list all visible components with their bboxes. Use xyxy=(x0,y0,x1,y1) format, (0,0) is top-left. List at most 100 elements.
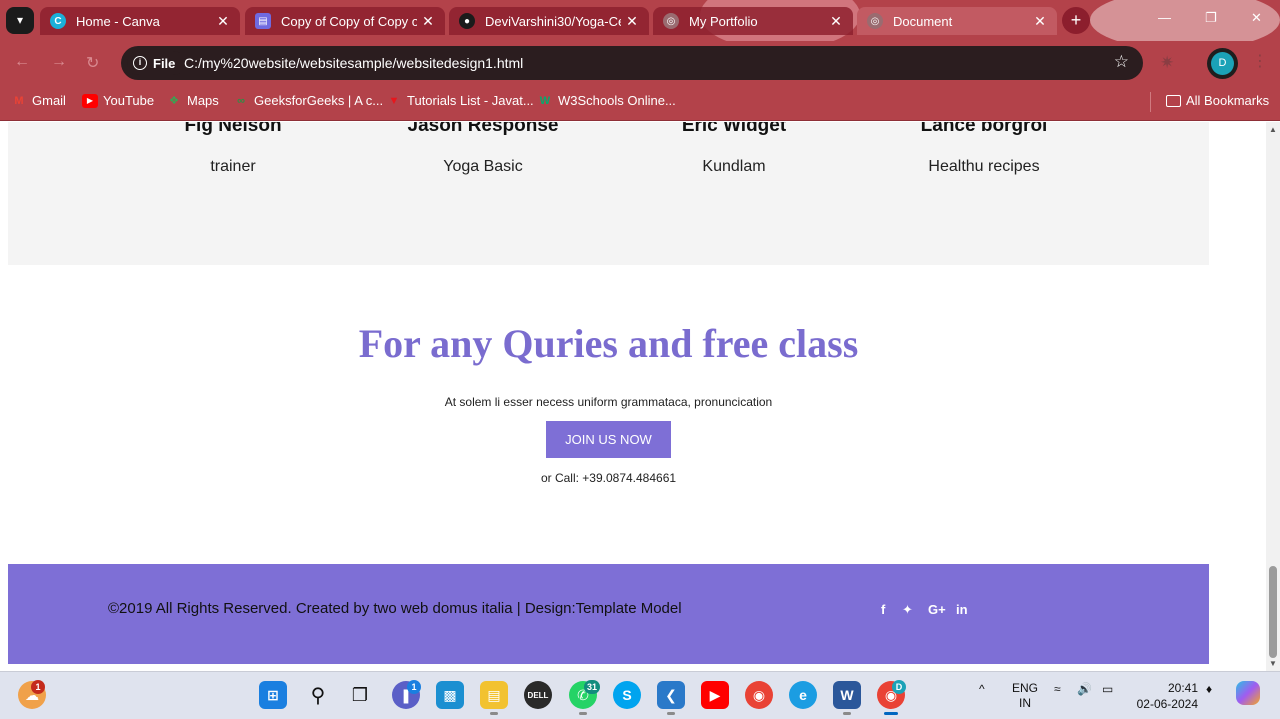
new-tab-button[interactable]: + xyxy=(1062,7,1090,34)
close-icon[interactable]: ✕ xyxy=(212,13,234,30)
bookmark-star-icon[interactable]: ☆ xyxy=(1114,52,1129,72)
wifi-icon[interactable]: ≈ xyxy=(1054,682,1061,696)
globe-icon: ◎ xyxy=(867,13,883,29)
docs-icon: ▤ xyxy=(255,13,271,29)
member-name: Eric Widget xyxy=(681,122,787,136)
tab-portfolio[interactable]: ◎ My Portfolio ✕ xyxy=(653,7,853,35)
globe-icon: ◎ xyxy=(663,13,679,29)
dell-icon[interactable]: DELL xyxy=(524,681,552,709)
tab-title: My Portfolio xyxy=(689,13,758,29)
bookmark-gmail[interactable]: M Gmail xyxy=(11,93,66,108)
google-plus-icon[interactable]: G+ xyxy=(928,602,946,617)
tab-title: Document xyxy=(893,13,953,29)
reload-icon[interactable]: ↻ xyxy=(86,53,99,73)
task-view-icon[interactable]: ❐ xyxy=(346,681,374,709)
file-explorer-icon[interactable]: ▤ xyxy=(480,681,508,709)
facebook-icon[interactable]: f xyxy=(881,602,885,617)
notification-bell-icon[interactable]: ♦ xyxy=(1206,682,1212,696)
scroll-up-icon[interactable]: ▲ xyxy=(1269,125,1277,134)
tab-search-button[interactable]: ▾ xyxy=(6,7,34,34)
info-icon: i xyxy=(133,56,147,70)
bookmark-label: Maps xyxy=(187,93,219,108)
search-icon[interactable]: ⚲ xyxy=(304,681,332,709)
url-text[interactable]: C:/my%20website/websitesample/websitedes… xyxy=(184,55,523,71)
volume-icon[interactable]: 🔊 xyxy=(1077,682,1092,696)
member-name: Jason Response xyxy=(407,122,559,136)
windows-taskbar: ☁ 1 ⊞ ⚲ ❐ ❚ 1 ▩ ▤ DELL ✆ 31 S ❮ ▶ ◉ e W … xyxy=(0,671,1280,719)
team-member: Eric Widget Kundlam xyxy=(609,122,859,176)
back-icon[interactable]: ← xyxy=(14,53,30,71)
bookmark-label: Tutorials List - Javat... xyxy=(407,93,534,108)
bookmark-label: W3Schools Online... xyxy=(558,93,676,108)
scrollbar-thumb[interactable] xyxy=(1269,566,1277,658)
windows-start-icon[interactable]: ⊞ xyxy=(259,681,287,709)
language-indicator[interactable]: ENG IN xyxy=(1012,681,1038,711)
member-role: Healthu recipes xyxy=(928,158,1040,175)
system-clock[interactable]: 20:41 02-06-2024 xyxy=(1130,680,1198,712)
team-section: Fig Nelson trainer Jason Response Yoga B… xyxy=(8,122,1209,265)
profile-avatar[interactable]: D xyxy=(1207,48,1238,79)
bookmark-label: GeeksforGeeks | A c... xyxy=(254,93,384,108)
tab-github[interactable]: ● DeviVarshini30/Yoga-Cen ✕ xyxy=(449,7,649,35)
close-window-icon[interactable]: ✕ xyxy=(1251,10,1262,26)
tab-title: Copy of Copy of Copy of xyxy=(281,13,417,29)
bookmark-maps[interactable]: ❖ Maps xyxy=(166,93,219,108)
bookmark-geeksforgeeks[interactable]: ∞ GeeksforGeeks | A c... xyxy=(233,93,383,108)
maps-icon: ❖ xyxy=(169,94,179,107)
close-icon[interactable]: ✕ xyxy=(417,13,439,30)
gfg-icon: ∞ xyxy=(237,94,245,107)
chrome-profile-badge: D xyxy=(892,680,906,694)
vscode-icon[interactable]: ❮ xyxy=(657,681,685,709)
site-info-chip[interactable]: i File xyxy=(127,51,186,75)
running-indicator xyxy=(490,712,498,715)
restore-icon[interactable]: ❐ xyxy=(1205,10,1217,26)
tab-docs[interactable]: ▤ Copy of Copy of Copy of ✕ xyxy=(245,7,445,35)
bookmark-label: YouTube xyxy=(103,93,155,108)
browser-toolbar: ← → ↻ i File C:/my%20website/websitesamp… xyxy=(0,41,1280,85)
forward-icon[interactable]: → xyxy=(51,53,67,71)
copilot-icon[interactable] xyxy=(1236,681,1260,705)
chat-badge: 1 xyxy=(407,680,421,694)
youtube-app-icon[interactable]: ▶ xyxy=(701,681,729,709)
close-icon[interactable]: ✕ xyxy=(825,13,847,30)
bookmark-label: Gmail xyxy=(32,93,66,108)
chrome-icon[interactable]: ◉ xyxy=(745,681,773,709)
address-bar[interactable]: i File C:/my%20website/websitesample/web… xyxy=(121,46,1143,80)
tab-canva[interactable]: C Home - Canva ✕ xyxy=(40,7,240,35)
extensions-icon[interactable]: ✷ xyxy=(1160,53,1174,73)
whatsapp-badge: 31 xyxy=(584,680,601,694)
member-name: Lance borgrol xyxy=(920,122,1048,136)
active-indicator xyxy=(884,712,898,715)
github-icon: ● xyxy=(459,13,475,29)
page-scrollbar[interactable]: ▲ ▼ xyxy=(1266,122,1280,671)
twitter-icon[interactable]: ✦ xyxy=(902,602,913,618)
cta-heading: For any Quries and free class xyxy=(358,321,859,366)
linkedin-icon[interactable]: in xyxy=(956,602,968,617)
desktop-app-icon[interactable]: ▩ xyxy=(436,681,464,709)
bookmark-youtube[interactable]: ▶ YouTube xyxy=(82,93,154,108)
cta-phone: or Call: +39.0874.484661 xyxy=(540,471,677,485)
scroll-down-icon[interactable]: ▼ xyxy=(1269,659,1277,668)
page-viewport: Fig Nelson trainer Jason Response Yoga B… xyxy=(0,122,1266,671)
skype-icon[interactable]: S xyxy=(613,681,641,709)
member-role: Yoga Basic xyxy=(443,158,523,175)
battery-icon[interactable]: ▭ xyxy=(1102,682,1113,696)
team-member: Lance borgrol Healthu recipes xyxy=(859,122,1109,176)
join-us-button[interactable]: JOIN US NOW xyxy=(546,421,671,458)
bookmarks-divider xyxy=(1150,92,1151,112)
edge-icon[interactable]: e xyxy=(789,681,817,709)
close-icon[interactable]: ✕ xyxy=(1029,13,1051,30)
close-icon[interactable]: ✕ xyxy=(621,13,643,30)
running-indicator xyxy=(843,712,851,715)
word-icon[interactable]: W xyxy=(833,681,861,709)
menu-kebab-icon[interactable]: ⋮ xyxy=(1252,51,1268,71)
tab-document[interactable]: ◎ Document ✕ xyxy=(857,7,1057,35)
minimize-icon[interactable]: — xyxy=(1158,10,1171,25)
all-bookmarks-button[interactable]: All Bookmarks xyxy=(1166,93,1269,108)
chevron-up-icon[interactable]: ^ xyxy=(979,682,985,696)
bookmark-w3schools[interactable]: W W3Schools Online... xyxy=(537,93,676,108)
bookmark-javatpoint[interactable]: ▼ Tutorials List - Javat... xyxy=(386,93,534,108)
team-member: Fig Nelson trainer xyxy=(108,122,358,176)
canva-icon: C xyxy=(50,13,66,29)
member-name: Fig Nelson xyxy=(184,122,282,136)
